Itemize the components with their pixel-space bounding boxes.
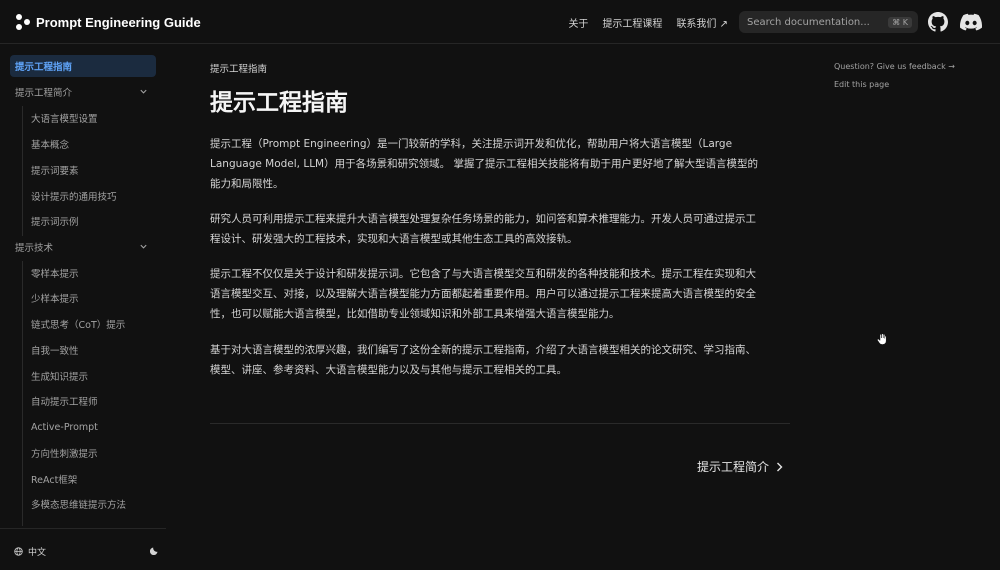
paragraph-line: Language Model, LLM）用于各场景和研究领域。 掌握了提示工程相…	[210, 158, 758, 170]
search-input[interactable]	[747, 16, 887, 28]
logo-icon	[14, 13, 32, 31]
language-switcher[interactable]: 中文	[14, 545, 46, 558]
paragraph-line: 提示工程不仅仅是关于设计和研发提示词。它包含了与大语言模型交互和研发的各种技能和…	[210, 268, 756, 280]
logo[interactable]: Prompt Engineering Guide	[14, 13, 201, 31]
sidebar-item-guide[interactable]: 提示工程指南	[10, 55, 156, 77]
paragraph-4: 基于对大语言模型的浓厚兴趣，我们编写了这份全新的提示工程指南，介绍了大语言模型相…	[210, 340, 790, 380]
paragraph-line: 性，也可以赋能大语言模型，比如借助专业领域知识和外部工具来增强大语言模型能力。	[210, 308, 620, 320]
top-navbar: Prompt Engineering Guide 关于 提示工程课程 联系我们 …	[0, 0, 1000, 44]
sidebar-item-knowledge[interactable]: 生成知识提示	[26, 365, 156, 387]
paragraph-line: 程设计、研发强大的工程技术，实现和大语言模型或其他生态工具的高效接轨。	[210, 233, 578, 245]
edit-page-link[interactable]: Edit this page	[834, 80, 889, 89]
chevron-right-icon	[777, 462, 783, 471]
paragraph-line: 提示工程（Prompt Engineering）是一门较新的学科，关注提示词开发…	[210, 138, 733, 150]
discord-icon[interactable]	[960, 12, 982, 32]
sidebar-item-elements[interactable]: 提示词要素	[26, 159, 156, 181]
sidebar-item-react[interactable]: ReAct框架	[26, 468, 156, 490]
sidebar-item-multimodal-cot[interactable]: 多模态思维链提示方法	[26, 493, 156, 515]
nav-course[interactable]: 提示工程课程	[602, 15, 662, 30]
paragraph-2: 研究人员可利用提示工程来提升大语言模型处理复杂任务场景的能力，如问答和算术推理能…	[210, 209, 790, 249]
sidebar-item-consistency[interactable]: 自我一致性	[26, 339, 156, 361]
sidebar-item-intro[interactable]: 提示工程简介	[10, 81, 156, 103]
sidebar-item-tips[interactable]: 设计提示的通用技巧	[26, 185, 156, 207]
nav-about[interactable]: 关于	[568, 15, 588, 30]
logo-text: Prompt Engineering Guide	[36, 14, 201, 30]
language-label: 中文	[28, 548, 47, 558]
sidebar-item-techniques[interactable]: 提示技术	[10, 236, 156, 258]
sidebar-item-label: 提示工程简介	[15, 88, 73, 99]
page-title: 提示工程指南	[210, 90, 348, 116]
sidebar: 提示工程指南 提示工程简介 大语言模型设置 基本概念 提示词要素 设计提示的通用…	[0, 44, 166, 526]
sidebar-item-label: 提示技术	[15, 243, 54, 254]
next-page-link[interactable]: 提示工程简介	[697, 458, 784, 475]
sidebar-item-examples[interactable]: 提示词示例	[26, 210, 156, 232]
nav-links: 关于 提示工程课程 联系我们 ↗	[568, 0, 728, 44]
globe-icon	[14, 547, 23, 556]
search-box[interactable]: ⌘ K	[739, 11, 918, 33]
feedback-link[interactable]: Question? Give us feedback →	[834, 62, 955, 71]
hand-cursor-icon	[877, 333, 887, 345]
paragraph-line: 基于对大语言模型的浓厚兴趣，我们编写了这份全新的提示工程指南，介绍了大语言模型相…	[210, 344, 756, 356]
paragraph-line: 能力和局限性。	[210, 178, 284, 190]
chevron-down-icon	[140, 89, 147, 94]
sidebar-tree-line	[22, 261, 23, 526]
paragraph-1: 提示工程（Prompt Engineering）是一门较新的学科，关注提示词开发…	[210, 134, 790, 194]
paragraph-line: 模型、讲座、参考资料、大语言模型能力以及与其他与提示工程相关的工具。	[210, 364, 567, 376]
nav-contact[interactable]: 联系我们 ↗	[676, 15, 728, 30]
sidebar-footer: 中文	[0, 528, 166, 570]
sidebar-item-basics[interactable]: 基本概念	[26, 133, 156, 155]
search-shortcut: ⌘ K	[888, 16, 912, 28]
next-page-label: 提示工程简介	[697, 460, 770, 474]
paragraph-line: 研究人员可利用提示工程来提升大语言模型处理复杂任务场景的能力，如问答和算术推理能…	[210, 213, 756, 225]
sidebar-tree-line	[22, 106, 23, 236]
content-divider	[210, 423, 790, 424]
sidebar-item-zeroshot[interactable]: 零样本提示	[26, 262, 156, 284]
sidebar-item-llm-settings[interactable]: 大语言模型设置	[26, 107, 156, 129]
github-icon[interactable]	[928, 12, 948, 32]
sidebar-item-cot[interactable]: 链式思考（CoT）提示	[26, 313, 156, 335]
paragraph-line: 语言模型交互、对接，以及理解大语言模型能力方面都起着重要作用。用户可以通过提示工…	[210, 288, 756, 300]
sidebar-item-fewshot[interactable]: 少样本提示	[26, 287, 156, 309]
moon-icon[interactable]	[150, 545, 160, 555]
breadcrumb: 提示工程指南	[210, 64, 268, 75]
sidebar-item-active-prompt[interactable]: Active-Prompt	[26, 416, 156, 438]
chevron-down-icon	[140, 244, 147, 249]
sidebar-item-dsp[interactable]: 方向性刺激提示	[26, 442, 156, 464]
sidebar-item-ape[interactable]: 自动提示工程师	[26, 390, 156, 412]
paragraph-3: 提示工程不仅仅是关于设计和研发提示词。它包含了与大语言模型交互和研发的各种技能和…	[210, 264, 790, 324]
